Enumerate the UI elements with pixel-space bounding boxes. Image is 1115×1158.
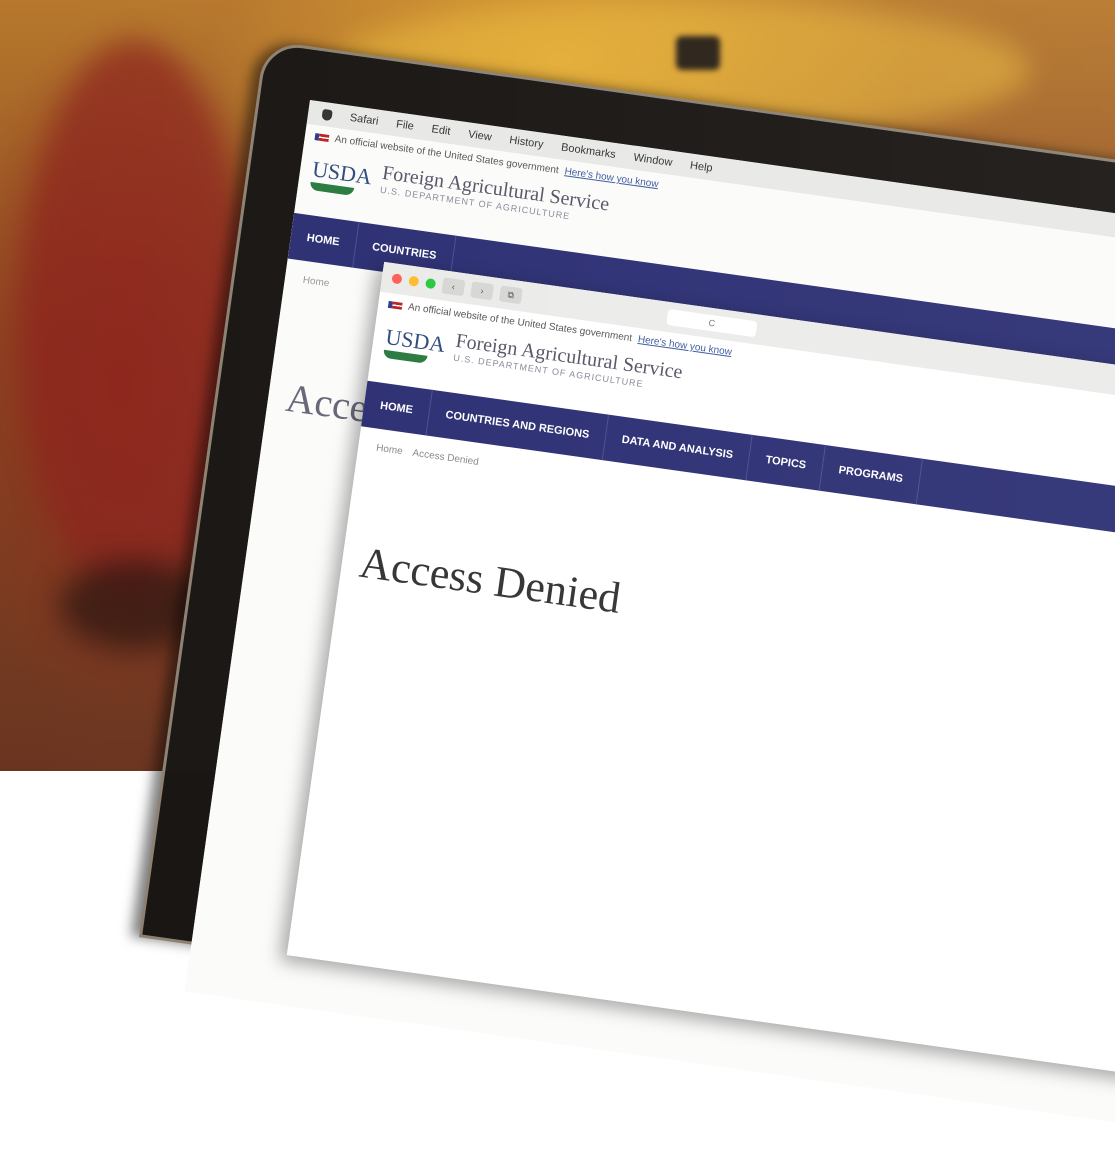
nav-home[interactable]: HOME [361, 380, 433, 436]
background-breadcrumb[interactable]: Home [302, 275, 330, 290]
us-flag-icon [387, 300, 403, 310]
menu-view[interactable]: View [467, 128, 492, 143]
apple-icon[interactable] [321, 108, 333, 121]
laptop: Safari File Edit View History Bookmarks … [0, 0, 1115, 1158]
us-flag-icon [314, 133, 330, 142]
menu-window[interactable]: Window [633, 152, 673, 169]
tab-overview-button[interactable]: ⧉ [498, 285, 523, 305]
menu-bookmarks[interactable]: Bookmarks [560, 141, 616, 161]
menu-help[interactable]: Help [689, 160, 713, 175]
menu-safari[interactable]: Safari [349, 112, 379, 128]
zoom-dot-icon[interactable] [424, 277, 437, 290]
laptop-screen: Safari File Edit View History Bookmarks … [184, 100, 1115, 1158]
menu-file[interactable]: File [395, 118, 414, 132]
breadcrumb-home[interactable]: Home [375, 443, 403, 458]
usda-logo: USDA [310, 155, 374, 189]
menu-edit[interactable]: Edit [431, 123, 451, 138]
minimize-dot-icon[interactable] [408, 275, 420, 287]
close-dot-icon[interactable] [391, 273, 403, 285]
breadcrumb-current: Access Denied [411, 447, 480, 468]
back-button[interactable]: ‹ [441, 277, 466, 297]
usda-logo: USDA [384, 323, 447, 357]
forward-button[interactable]: › [470, 281, 495, 301]
nav-home[interactable]: HOME [287, 212, 360, 268]
menu-history[interactable]: History [509, 134, 545, 151]
